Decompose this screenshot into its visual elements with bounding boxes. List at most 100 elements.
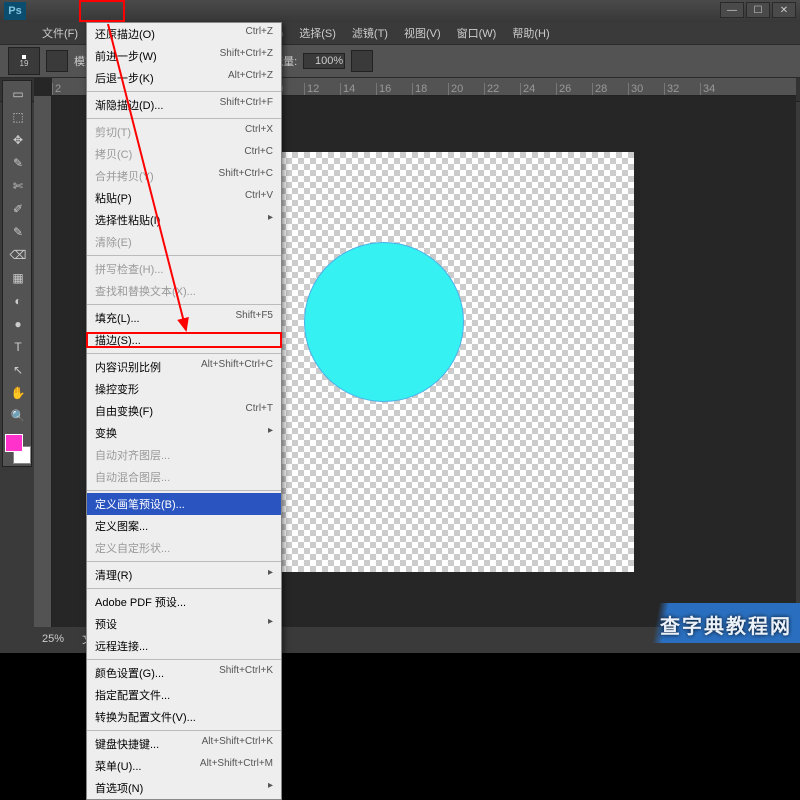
menu-窗口[interactable]: 窗口(W) [449,22,505,44]
menu-item-label: 清除(E) [95,234,132,250]
menu-item[interactable]: 键盘快捷键...Alt+Shift+Ctrl+K [87,733,281,755]
tool-item[interactable]: ↖ [5,359,31,381]
menu-滤镜[interactable]: 滤镜(T) [344,22,396,44]
menu-item[interactable]: 填充(L)...Shift+F5 [87,307,281,329]
menu-item[interactable]: 转换为配置文件(V)... [87,706,281,728]
menu-item[interactable]: 菜单(U)...Alt+Shift+Ctrl+M [87,755,281,777]
menu-帮助[interactable]: 帮助(H) [504,22,557,44]
flow-input[interactable]: 100% [303,53,345,69]
menu-item: 自动混合图层... [87,466,281,488]
menu-item-shortcut: Alt+Ctrl+Z [228,70,273,86]
menu-separator [87,118,281,119]
menu-item[interactable]: 前进一步(W)Shift+Ctrl+Z [87,45,281,67]
menu-item-label: 操控变形 [95,381,139,397]
menu-item[interactable]: 远程连接... [87,635,281,657]
ruler-mark: 30 [628,83,664,95]
menu-视图[interactable]: 视图(V) [396,22,449,44]
menu-item[interactable]: 预设▸ [87,613,281,635]
menu-item[interactable]: 内容识别比例Alt+Shift+Ctrl+C [87,356,281,378]
menu-item-label: 颜色设置(G)... [95,665,164,681]
menu-item[interactable]: 定义图案... [87,515,281,537]
tool-item[interactable]: ✐ [5,198,31,220]
menu-item: 拷贝(C)Ctrl+C [87,143,281,165]
menu-item-label: 还原描边(O) [95,26,155,42]
menu-item: 查找和替换文本(X)... [87,280,281,302]
menu-item-label: 粘贴(P) [95,190,132,206]
menu-item-shortcut: Ctrl+X [245,124,273,140]
menu-item: 定义自定形状... [87,537,281,559]
menu-item[interactable]: 还原描边(O) Ctrl+Z [87,23,281,45]
brush-panel-icon[interactable] [46,50,68,72]
menu-选择[interactable]: 选择(S) [291,22,344,44]
tool-item[interactable]: ● [5,313,31,335]
toolbox: ▭⬚✥✎✄✐✎⌫▦◐●T↖✋🔍 [2,80,32,467]
ruler-mark: 16 [376,83,412,95]
ruler-mark: 18 [412,83,448,95]
menu-item[interactable]: 定义画笔预设(B)... [87,493,281,515]
fg-swatch[interactable] [5,434,23,452]
close-button[interactable]: ✕ [772,2,796,18]
menu-item-shortcut: Shift+Ctrl+K [219,665,273,681]
menu-item[interactable]: 自由变换(F)Ctrl+T [87,400,281,422]
menu-separator [87,588,281,589]
menu-item-label: 自动混合图层... [95,469,170,485]
tool-item[interactable]: ◐ [5,290,31,312]
tool-item[interactable]: ✄ [5,175,31,197]
menu-item-label: 自由变换(F) [95,403,153,419]
ruler-mark: 12 [304,83,340,95]
menu-item[interactable]: 首选项(N)▸ [87,777,281,799]
menu-item-shortcut: Shift+Ctrl+C [219,168,273,184]
color-swatches[interactable] [5,434,31,464]
app-logo: Ps [4,2,26,20]
tool-item[interactable]: ✋ [5,382,31,404]
menu-item[interactable]: 清理(R)▸ [87,564,281,586]
menu-item-shortcut: Ctrl+V [245,190,273,206]
brush-size-value: 19 [20,59,29,68]
airbrush-icon[interactable] [351,50,373,72]
tool-item[interactable]: ▦ [5,267,31,289]
menu-item-label: 定义图案... [95,518,148,534]
maximize-button[interactable]: ☐ [746,2,770,18]
tool-item[interactable]: ▭ [5,83,31,105]
zoom-level[interactable]: 25% [42,633,64,645]
tool-item[interactable]: T [5,336,31,358]
menu-item[interactable]: 变换▸ [87,422,281,444]
tool-item[interactable]: 🔍 [5,405,31,427]
menu-文件[interactable]: 文件(F) [34,22,86,44]
menu-item[interactable]: 选择性粘贴(I)▸ [87,209,281,231]
tool-item[interactable]: ✎ [5,221,31,243]
menu-item[interactable]: Adobe PDF 预设... [87,591,281,613]
menu-item-label: 键盘快捷键... [95,736,159,752]
menu-separator [87,659,281,660]
tool-item[interactable]: ✎ [5,152,31,174]
menu-item[interactable]: 粘贴(P) Ctrl+V [87,187,281,209]
menu-item[interactable]: 指定配置文件... [87,684,281,706]
menu-item[interactable]: 后退一步(K)Alt+Ctrl+Z [87,67,281,89]
menu-item[interactable]: 颜色设置(G)... Shift+Ctrl+K [87,662,281,684]
menu-separator [87,304,281,305]
ruler-mark: 14 [340,83,376,95]
menu-separator [87,490,281,491]
menu-item-label: 拷贝(C) [95,146,132,162]
menu-item-label: 首选项(N) [95,780,143,796]
tool-item[interactable]: ✥ [5,129,31,151]
tool-item[interactable]: ⬚ [5,106,31,128]
menu-item-label: 合并拷贝(Y) [95,168,154,184]
menu-item-shortcut: Ctrl+Z [246,26,274,42]
menu-item-shortcut: ▸ [268,212,273,228]
minimize-button[interactable]: — [720,2,744,18]
tool-item[interactable]: ⌫ [5,244,31,266]
ruler-mark: 24 [520,83,556,95]
menu-item: 自动对齐图层... [87,444,281,466]
menu-item[interactable]: 操控变形 [87,378,281,400]
menu-item[interactable]: 渐隐描边(D)...Shift+Ctrl+F [87,94,281,116]
menu-separator [87,730,281,731]
cyan-circle-shape [304,242,464,402]
ruler-mark: 28 [592,83,628,95]
callout-define-brush [86,332,282,348]
menu-item-shortcut: Shift+Ctrl+Z [220,48,273,64]
menu-item-label: 自动对齐图层... [95,447,170,463]
menu-item-shortcut: ▸ [268,425,273,441]
brush-preview[interactable]: 19 [8,47,40,75]
menu-item: 合并拷贝(Y) Shift+Ctrl+C [87,165,281,187]
